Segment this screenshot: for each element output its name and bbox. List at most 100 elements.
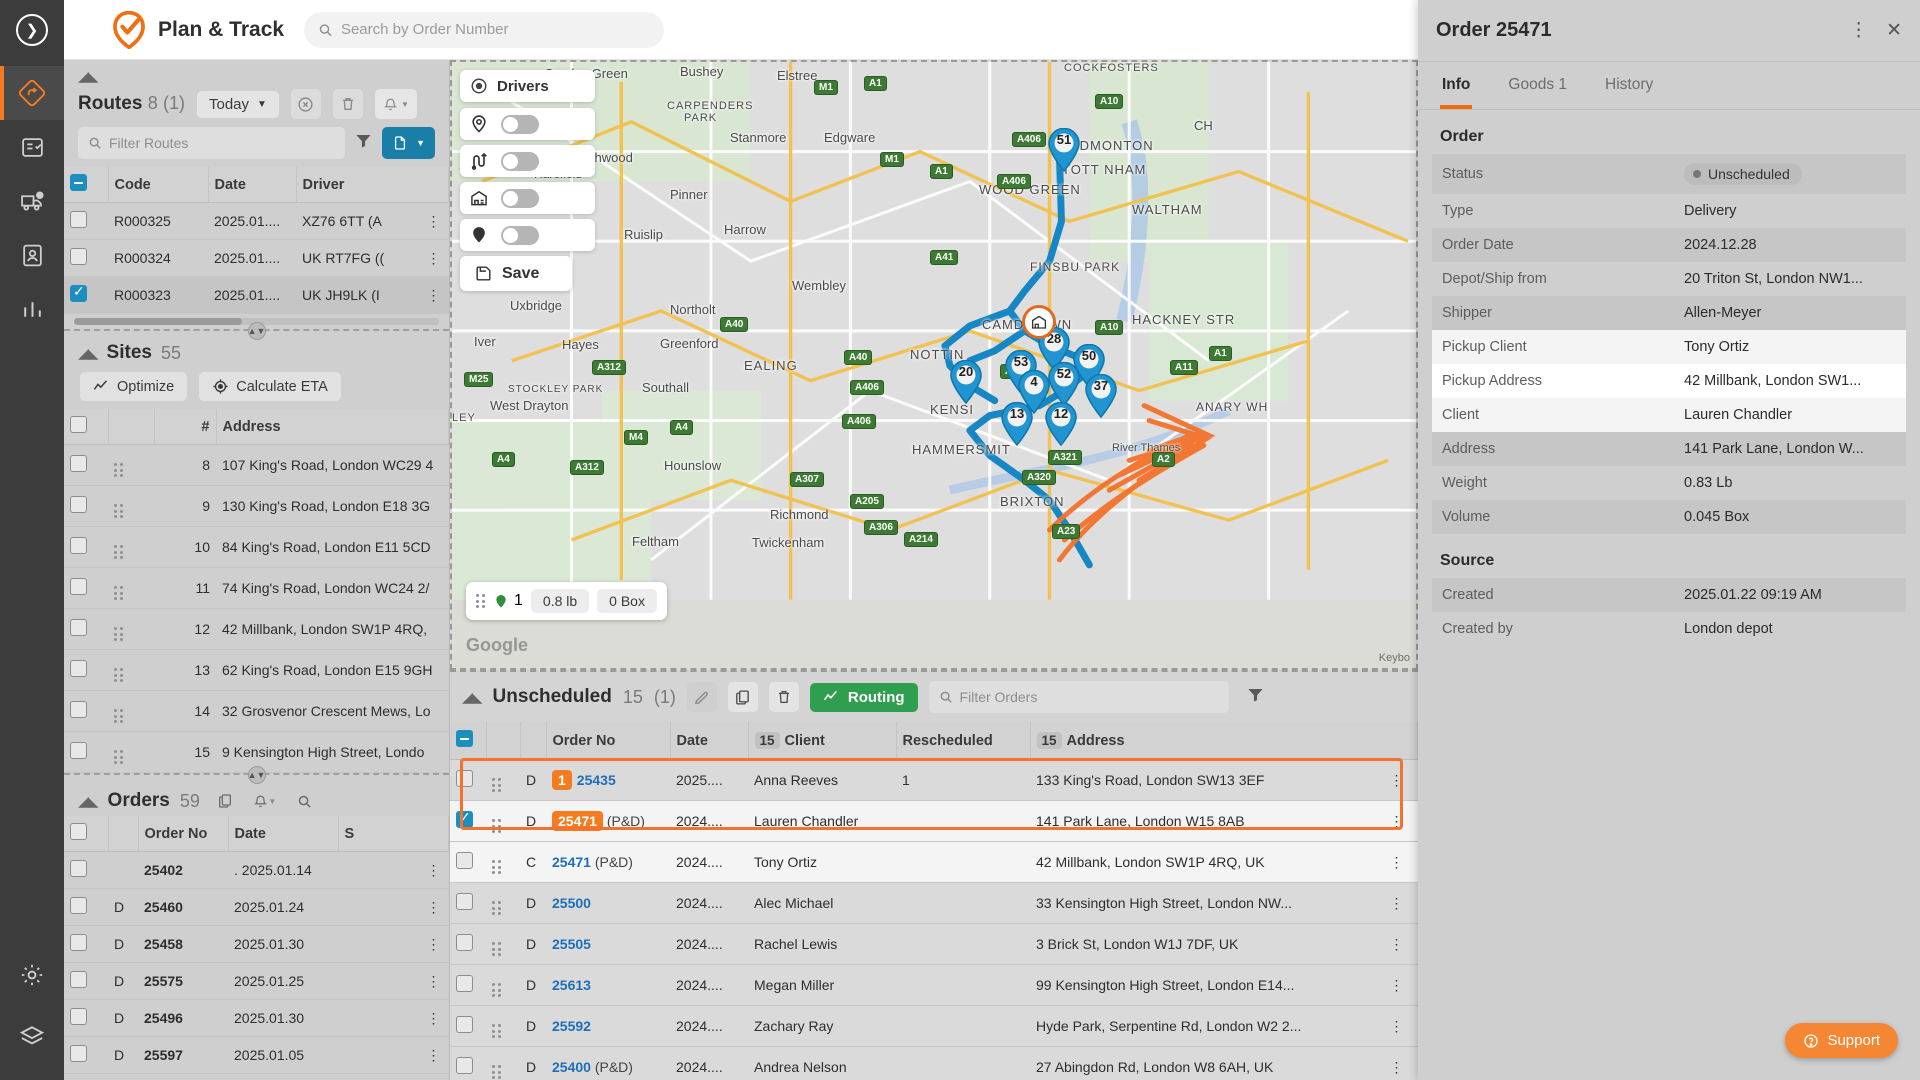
select-all-checkbox[interactable]	[70, 174, 87, 191]
row-drag-cell[interactable]	[486, 842, 520, 883]
sidebar-item-drivers[interactable]	[0, 228, 64, 282]
sites-col-address[interactable]: Address	[216, 409, 449, 445]
orders-col-s[interactable]: S	[338, 816, 449, 852]
table-row[interactable]: R000325 2025.01.... XZ76 6TT (A ⋮	[64, 203, 449, 240]
routes-col-date[interactable]: Date	[208, 167, 296, 203]
tab-history[interactable]: History	[1603, 62, 1655, 109]
row-checkbox[interactable]	[70, 537, 87, 554]
row-menu-button[interactable]: ⋮	[420, 1037, 448, 1074]
order-no-cell[interactable]: 125435	[546, 760, 670, 801]
row-checkbox[interactable]	[70, 934, 87, 951]
search-orders-button[interactable]	[290, 786, 320, 816]
row-drag-cell[interactable]	[486, 965, 520, 1006]
table-row[interactable]: 1432 Grosvenor Crescent Mews, Lo	[64, 691, 449, 732]
routes-col-code[interactable]: Code	[108, 167, 208, 203]
table-row[interactable]: D254922025.01.15⋮	[64, 1074, 449, 1080]
order-number-link[interactable]: 25435	[577, 772, 616, 788]
drag-handle-icon[interactable]	[114, 545, 123, 559]
notifications-button[interactable]: ▼	[375, 89, 417, 119]
order-number-link[interactable]: 25471	[552, 811, 603, 831]
sidebar-item-routes[interactable]	[0, 66, 64, 120]
delete-orders-button[interactable]	[769, 682, 799, 712]
grid-col-date[interactable]: Date	[670, 722, 748, 760]
orders-col-no[interactable]: Order No	[138, 816, 228, 852]
drag-handle-icon[interactable]	[114, 463, 123, 477]
grid-col-address[interactable]: 15Address	[1030, 722, 1418, 760]
row-menu-button[interactable]: ⋮	[1384, 1006, 1418, 1047]
table-row[interactable]: D25400 (P&D)2024....Andrea Nelson27 Abin…	[450, 1047, 1418, 1080]
row-menu-button[interactable]: ⋮	[420, 1074, 448, 1080]
notify-orders-button[interactable]: ▼	[250, 786, 280, 816]
drag-handle-icon[interactable]	[492, 901, 501, 915]
map-layer-depots[interactable]	[460, 182, 595, 214]
row-drag-cell[interactable]	[108, 527, 154, 568]
row-checkbox[interactable]	[70, 285, 87, 302]
expand-icon[interactable]: ◢◣	[78, 68, 435, 85]
resize-handle-icon[interactable]: ▲▼	[248, 766, 266, 784]
row-menu-button[interactable]: ⋮	[1384, 842, 1418, 883]
drag-handle-icon[interactable]	[492, 1024, 501, 1038]
row-menu-button[interactable]: ⋮	[1384, 801, 1418, 842]
order-number-link[interactable]: 25460	[138, 889, 228, 926]
row-checkbox[interactable]	[70, 455, 87, 472]
order-number-link[interactable]: 25492	[138, 1074, 228, 1080]
row-checkbox[interactable]	[70, 619, 87, 636]
optimize-button[interactable]: Optimize	[80, 372, 187, 401]
expand-icon[interactable]: ◢◣	[78, 793, 98, 810]
grid-col-rescheduled[interactable]: Rescheduled	[896, 722, 1030, 760]
map-stop-pin[interactable]: 20	[949, 360, 983, 404]
table-row[interactable]: R000323 2025.01.... UK JH9LK (I ⋮	[64, 277, 449, 314]
row-checkbox[interactable]	[70, 897, 87, 914]
table-row[interactable]: 9130 King's Road, London E18 3G	[64, 486, 449, 527]
drag-handle-icon[interactable]	[114, 668, 123, 682]
row-drag-cell[interactable]	[486, 883, 520, 924]
row-menu-button[interactable]: ⋮	[420, 1000, 448, 1037]
table-row[interactable]: D254602025.01.24⋮	[64, 889, 449, 926]
map-stop-pin[interactable]: 13	[1000, 402, 1034, 446]
drag-handle-icon[interactable]	[492, 942, 501, 956]
table-row[interactable]: D255922024....Zachary RayHyde Park, Serp…	[450, 1006, 1418, 1047]
sidebar-item-analytics[interactable]	[0, 282, 64, 336]
row-checkbox[interactable]	[70, 1008, 87, 1025]
search-box[interactable]	[304, 12, 664, 48]
toggle-switch[interactable]	[501, 115, 539, 134]
table-row[interactable]: 25402. 2025.01.14⋮	[64, 852, 449, 889]
calculate-eta-button[interactable]: Calculate ETA	[199, 372, 341, 401]
close-icon[interactable]: ✕	[1886, 19, 1902, 42]
row-drag-cell[interactable]	[108, 650, 154, 691]
table-row[interactable]: 1242 Millbank, London SW1P 4RQ,	[64, 609, 449, 650]
row-checkbox[interactable]	[456, 1016, 473, 1033]
map-stop-pin[interactable]: 51	[1047, 128, 1081, 172]
row-drag-cell[interactable]	[108, 691, 154, 732]
expand-icon[interactable]: ◢◣	[78, 345, 98, 362]
delete-route-button[interactable]	[333, 89, 363, 119]
routing-button[interactable]: Routing	[810, 683, 918, 712]
order-no-cell[interactable]: 25505	[546, 924, 670, 965]
order-number-link[interactable]: 25575	[138, 963, 228, 1000]
row-menu-button[interactable]: ⋮	[1384, 760, 1418, 801]
row-menu-button[interactable]: ⋮	[1384, 883, 1418, 924]
sidebar-item-vehicles[interactable]	[0, 174, 64, 228]
table-row[interactable]: D256132024....Megan Miller99 Kensington …	[450, 965, 1418, 1006]
drag-handle-icon[interactable]	[492, 819, 501, 833]
tab-info[interactable]: Info	[1440, 62, 1472, 109]
row-checkbox[interactable]	[456, 934, 473, 951]
row-checkbox[interactable]	[70, 860, 87, 877]
table-row[interactable]: D1254352025....Anna Reeves1133 King's Ro…	[450, 760, 1418, 801]
sidebar-item-tasks[interactable]	[0, 120, 64, 174]
table-row[interactable]: D254962025.01.30⋮	[64, 1000, 449, 1037]
drag-handle-icon[interactable]	[492, 860, 501, 874]
resize-handle-icon[interactable]: ▲▼	[248, 322, 266, 340]
table-row[interactable]: D255052024....Rachel Lewis3 Brick St, Lo…	[450, 924, 1418, 965]
order-number-link[interactable]: 25496	[138, 1000, 228, 1037]
support-button[interactable]: Support	[1785, 1023, 1898, 1058]
row-checkbox[interactable]	[70, 496, 87, 513]
order-no-cell[interactable]: 25500	[546, 883, 670, 924]
toggle-switch[interactable]	[501, 189, 539, 208]
row-drag-cell[interactable]	[486, 760, 520, 801]
drag-handle-icon[interactable]	[492, 983, 501, 997]
search-input[interactable]	[341, 21, 650, 38]
row-drag-cell[interactable]	[486, 801, 520, 842]
drag-handle-icon[interactable]	[114, 586, 123, 600]
row-menu-button[interactable]: ⋮	[1384, 965, 1418, 1006]
